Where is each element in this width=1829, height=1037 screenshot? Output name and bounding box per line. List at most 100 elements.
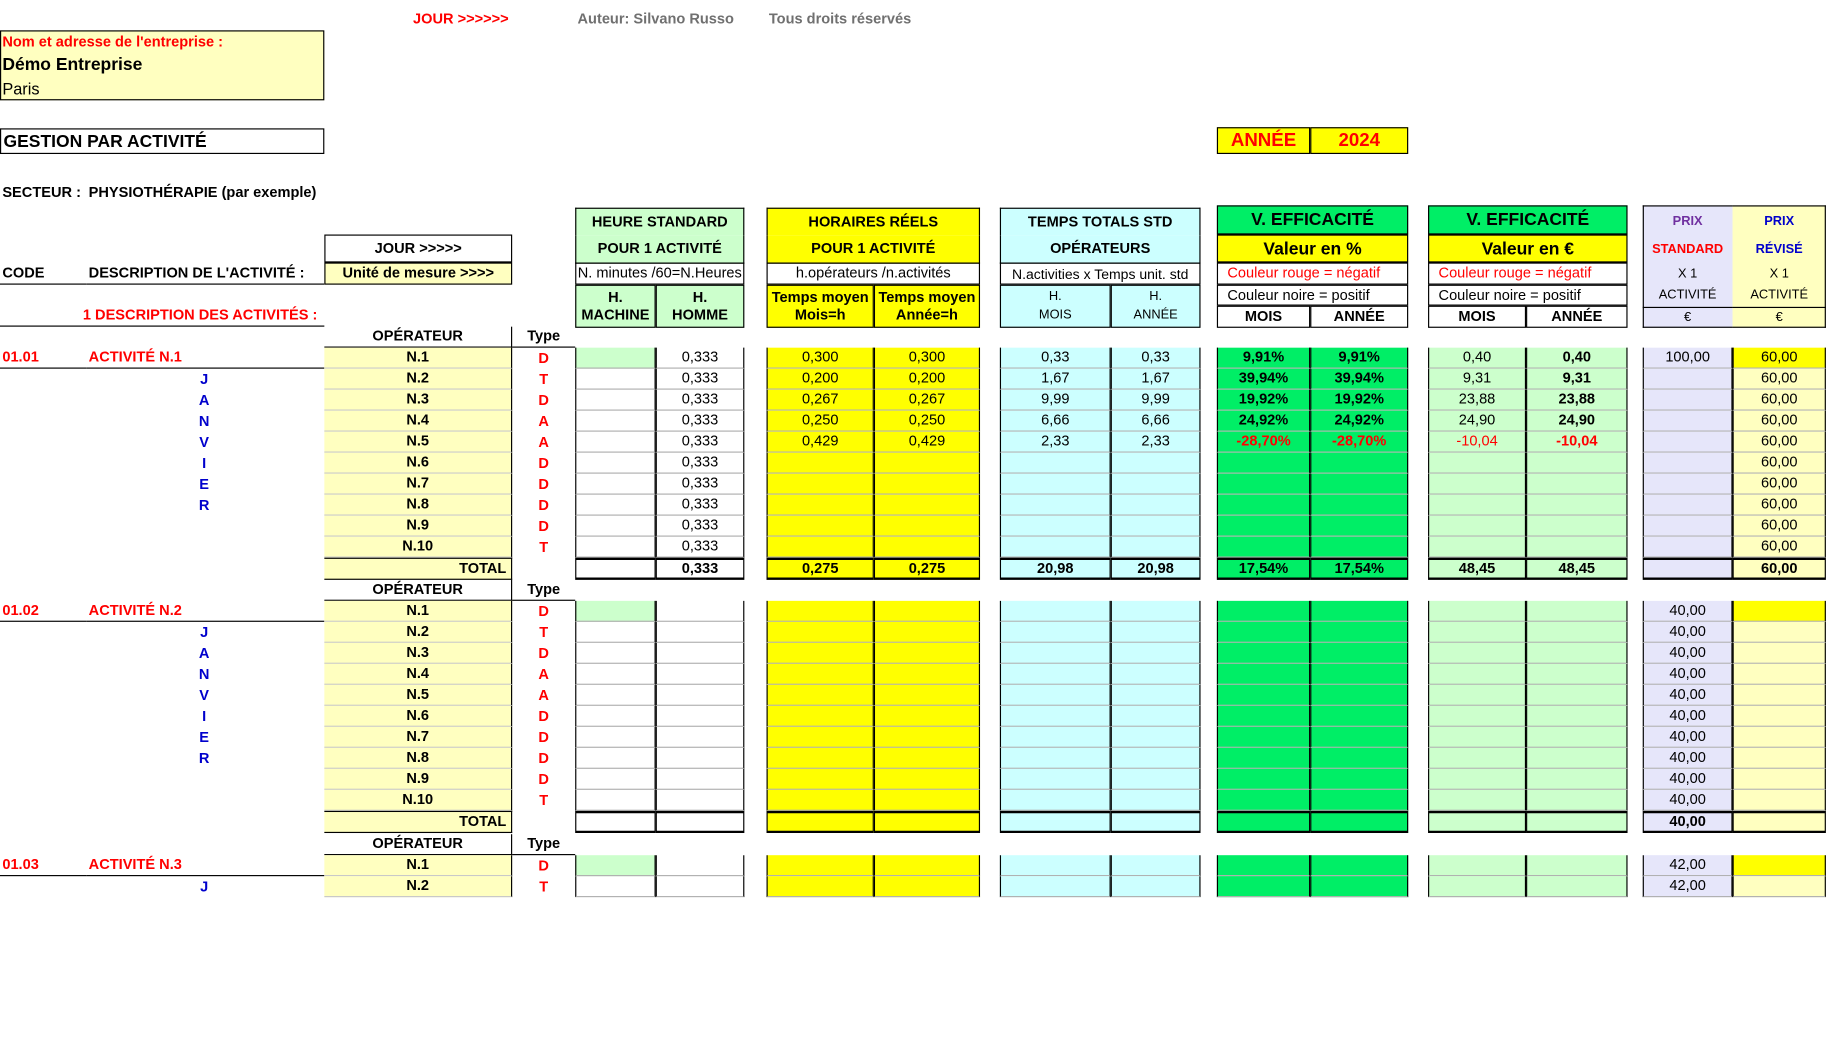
homme-cell[interactable]: 0,333 xyxy=(655,347,745,369)
rm-cell[interactable] xyxy=(766,768,874,790)
pm-cell[interactable] xyxy=(1216,726,1311,748)
ea-cell[interactable] xyxy=(1526,600,1628,622)
pr-cell[interactable] xyxy=(1732,768,1826,790)
type-cell[interactable]: D xyxy=(512,748,575,769)
operator-cell[interactable]: N.5 xyxy=(324,684,513,706)
ps-cell[interactable] xyxy=(1642,494,1733,516)
ra-cell[interactable] xyxy=(873,473,981,495)
ta-cell[interactable] xyxy=(1110,789,1201,811)
em-cell[interactable]: 23,88 xyxy=(1428,389,1527,411)
pa-cell[interactable] xyxy=(1310,705,1409,727)
ra-cell[interactable] xyxy=(873,621,981,643)
pm-cell[interactable] xyxy=(1216,663,1311,685)
em-cell[interactable] xyxy=(1428,684,1527,706)
ea-cell[interactable] xyxy=(1526,684,1628,706)
homme-cell[interactable] xyxy=(655,768,745,790)
machine-cell[interactable] xyxy=(575,389,656,411)
pr-cell[interactable] xyxy=(1732,663,1826,685)
ta-cell[interactable] xyxy=(1110,876,1201,898)
type-cell[interactable]: T xyxy=(512,369,575,390)
ea-cell[interactable] xyxy=(1526,876,1628,898)
tm-cell[interactable] xyxy=(999,473,1111,495)
tm-cell[interactable] xyxy=(999,705,1111,727)
type-cell[interactable]: D xyxy=(512,453,575,474)
pa-cell[interactable]: 24,92% xyxy=(1310,410,1409,432)
homme-cell[interactable]: 0,333 xyxy=(655,473,745,495)
pm-cell[interactable] xyxy=(1216,536,1311,558)
pm-cell[interactable] xyxy=(1216,642,1311,664)
ta-cell[interactable] xyxy=(1110,726,1201,748)
rm-cell[interactable] xyxy=(766,663,874,685)
pm-cell[interactable] xyxy=(1216,452,1311,474)
operator-cell[interactable]: N.2 xyxy=(324,876,513,898)
ra-cell[interactable] xyxy=(873,789,981,811)
tm-cell[interactable] xyxy=(999,515,1111,537)
type-cell[interactable]: D xyxy=(512,769,575,790)
type-cell[interactable]: D xyxy=(512,474,575,495)
em-cell[interactable] xyxy=(1428,536,1527,558)
ra-cell[interactable]: 0,300 xyxy=(873,347,981,369)
rm-cell[interactable] xyxy=(766,642,874,664)
tm-cell[interactable] xyxy=(999,663,1111,685)
ra-cell[interactable] xyxy=(873,705,981,727)
pa-cell[interactable] xyxy=(1310,876,1409,898)
pr-cell[interactable] xyxy=(1732,789,1826,811)
tm-cell[interactable]: 0,33 xyxy=(999,347,1111,369)
machine-cell[interactable] xyxy=(575,663,656,685)
ta-cell[interactable] xyxy=(1110,536,1201,558)
pr-cell[interactable] xyxy=(1732,705,1826,727)
pa-cell[interactable]: 9,91% xyxy=(1310,347,1409,369)
homme-cell[interactable]: 0,333 xyxy=(655,494,745,516)
em-cell[interactable] xyxy=(1428,726,1527,748)
pr-cell[interactable] xyxy=(1732,600,1826,622)
machine-cell[interactable] xyxy=(575,642,656,664)
rm-cell[interactable]: 0,300 xyxy=(766,347,874,369)
ea-cell[interactable] xyxy=(1526,452,1628,474)
homme-cell[interactable] xyxy=(655,600,745,622)
operator-cell[interactable]: N.2 xyxy=(324,621,513,643)
ea-cell[interactable] xyxy=(1526,621,1628,643)
pa-cell[interactable]: 39,94% xyxy=(1310,368,1409,390)
homme-cell[interactable] xyxy=(655,855,745,877)
pr-cell[interactable]: 60,00 xyxy=(1732,431,1826,453)
ra-cell[interactable]: 0,250 xyxy=(873,410,981,432)
rm-cell[interactable] xyxy=(766,452,874,474)
tm-cell[interactable] xyxy=(999,726,1111,748)
pa-cell[interactable] xyxy=(1310,494,1409,516)
operator-cell[interactable]: N.8 xyxy=(324,747,513,769)
homme-cell[interactable] xyxy=(655,621,745,643)
machine-cell[interactable] xyxy=(575,705,656,727)
type-cell[interactable]: D xyxy=(512,727,575,748)
pa-cell[interactable] xyxy=(1310,684,1409,706)
pr-cell[interactable]: 60,00 xyxy=(1732,473,1826,495)
ta-cell[interactable]: 0,33 xyxy=(1110,347,1201,369)
ps-cell[interactable] xyxy=(1642,473,1733,495)
machine-cell[interactable] xyxy=(575,536,656,558)
ra-cell[interactable] xyxy=(873,855,981,877)
ra-cell[interactable] xyxy=(873,536,981,558)
tm-cell[interactable] xyxy=(999,536,1111,558)
rm-cell[interactable] xyxy=(766,876,874,898)
operator-cell[interactable]: N.3 xyxy=(324,642,513,664)
ea-cell[interactable] xyxy=(1526,642,1628,664)
ra-cell[interactable] xyxy=(873,494,981,516)
machine-cell[interactable] xyxy=(575,768,656,790)
ta-cell[interactable] xyxy=(1110,642,1201,664)
pr-cell[interactable]: 60,00 xyxy=(1732,389,1826,411)
homme-cell[interactable]: 0,333 xyxy=(655,515,745,537)
homme-cell[interactable] xyxy=(655,684,745,706)
homme-cell[interactable] xyxy=(655,663,745,685)
pm-cell[interactable] xyxy=(1216,684,1311,706)
pm-cell[interactable] xyxy=(1216,855,1311,877)
tm-cell[interactable] xyxy=(999,494,1111,516)
type-cell[interactable]: D xyxy=(512,390,575,411)
pr-cell[interactable]: 60,00 xyxy=(1732,515,1826,537)
rm-cell[interactable]: 0,267 xyxy=(766,389,874,411)
homme-cell[interactable]: 0,333 xyxy=(655,389,745,411)
machine-cell[interactable] xyxy=(575,747,656,769)
pm-cell[interactable]: 19,92% xyxy=(1216,389,1311,411)
operator-cell[interactable]: N.7 xyxy=(324,473,513,495)
type-cell[interactable]: D xyxy=(512,855,575,876)
machine-cell[interactable] xyxy=(575,684,656,706)
machine-cell[interactable] xyxy=(575,600,656,622)
